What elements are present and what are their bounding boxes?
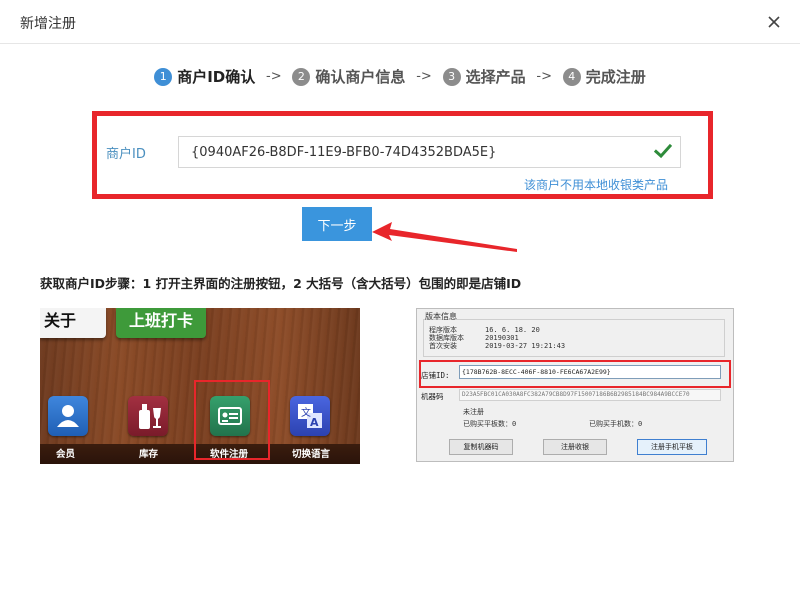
step-separator: -> xyxy=(416,69,432,84)
dialog-titlebar: 新增注册 xyxy=(0,0,800,44)
step-label: 选择产品 xyxy=(465,68,526,86)
step-4: 4 完成注册 xyxy=(562,66,646,87)
version-key: 首次安装 xyxy=(429,342,457,350)
step-indicator: 1 商户ID确认 -> 2 确认商户信息 -> 3 选择产品 -> 4 完成注册 xyxy=(0,66,800,90)
app-label-inventory: 库存 xyxy=(139,449,159,460)
register-cashier-button: 注册收银 xyxy=(543,439,607,455)
step-2: 2 确认商户信息 xyxy=(292,66,405,87)
store-id-highlight-box xyxy=(419,360,731,388)
register-highlight-box xyxy=(194,380,270,460)
about-tile: 关于 xyxy=(40,308,106,338)
check-icon xyxy=(654,143,672,159)
dialog-title: 新增注册 xyxy=(20,16,76,32)
version-section-title: 版本信息 xyxy=(425,312,457,321)
wine-bottle-icon xyxy=(128,396,168,436)
step-3: 3 选择产品 xyxy=(442,66,526,87)
svg-text:A: A xyxy=(310,416,319,429)
copy-machine-code-button: 复制机器码 xyxy=(449,439,513,455)
register-dialog-screenshot: 版本信息 程序版本 16. 6. 18. 20 数据库版本 20190301 首次安… xyxy=(416,308,734,462)
step-number: 4 xyxy=(562,67,581,86)
merchant-hint: 该商户不用本地收银类产品 xyxy=(524,178,669,192)
step-separator: -> xyxy=(266,69,282,84)
version-value: 2019-03-27 19:21:43 xyxy=(485,342,566,350)
app-label-switch-language: 切换语言 xyxy=(292,449,331,460)
clock-in-tile: 上班打卡 xyxy=(116,308,206,338)
step-separator: -> xyxy=(536,69,552,84)
version-row: 首次安装 2019-03-27 19:21:43 xyxy=(429,341,565,351)
unregistered-text: 未注册 xyxy=(463,408,484,416)
step-label: 商户ID确认 xyxy=(177,68,256,86)
step-number: 3 xyxy=(442,67,461,86)
merchant-id-input[interactable] xyxy=(178,136,681,168)
instructions-text: 获取商户ID步骤：1 打开主界面的注册按钮，2 大括号（含大括号）包围的即是店铺… xyxy=(40,276,522,291)
step-1: 1 商户ID确认 xyxy=(154,66,255,87)
red-arrow-icon xyxy=(372,222,517,252)
merchant-id-label: 商户ID xyxy=(106,147,146,162)
machine-code-label: 机器码 xyxy=(421,392,444,401)
step-number: 2 xyxy=(292,67,311,86)
app-label-member: 会员 xyxy=(56,449,76,460)
step-label: 完成注册 xyxy=(585,68,646,86)
machine-code-field: D23A5FBC01CA030A8FC382A79CB8D97F15007186… xyxy=(459,389,721,401)
step-number: 1 xyxy=(154,67,173,86)
bought-tablets-text: 已购买平板数：0 xyxy=(463,420,517,428)
step-label: 确认商户信息 xyxy=(315,68,406,86)
user-icon xyxy=(48,396,88,436)
translate-icon: 文A xyxy=(290,396,330,436)
close-icon[interactable] xyxy=(764,12,784,32)
bought-phones-text: 已购买手机数：0 xyxy=(589,420,643,428)
register-mobile-button: 注册手机平板 xyxy=(637,439,707,455)
next-step-button[interactable]: 下一步 xyxy=(302,207,372,241)
